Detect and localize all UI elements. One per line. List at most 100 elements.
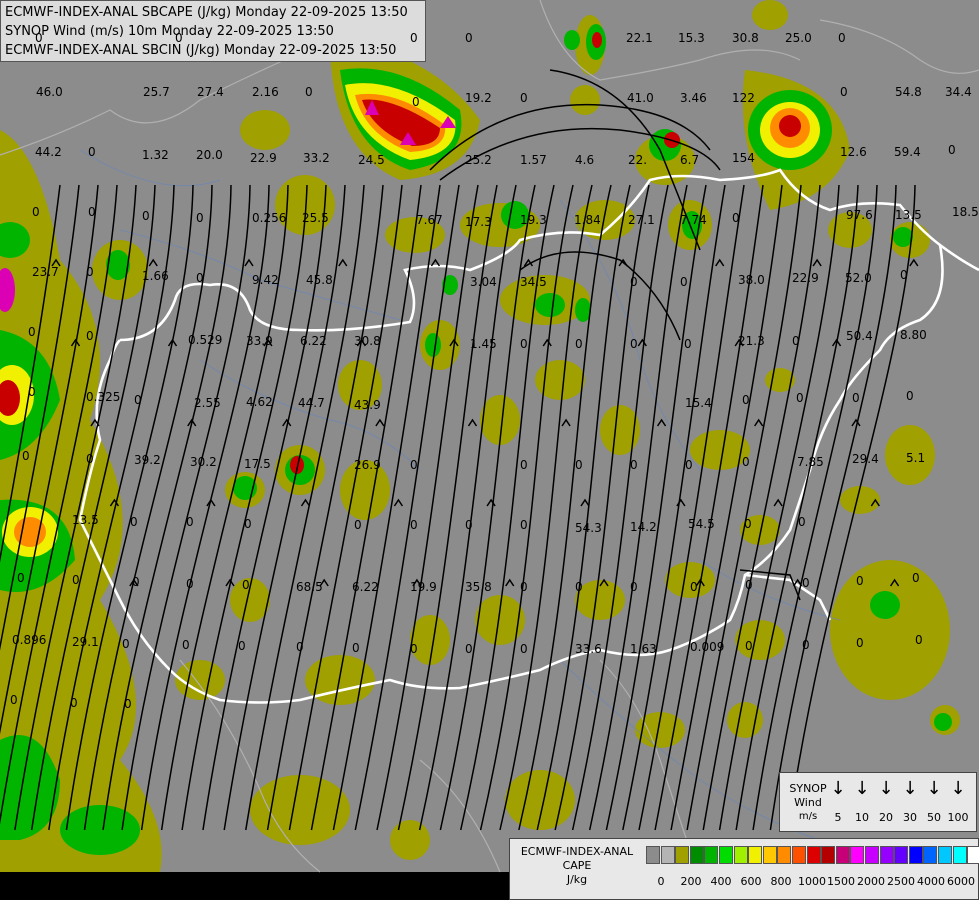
cape-value-label: 0 — [88, 205, 96, 219]
cape-value-label: 50.4 — [846, 329, 873, 343]
cape-value-label: 0 — [296, 640, 304, 654]
cape-swatch — [762, 846, 777, 864]
cape-swatch — [777, 846, 792, 864]
cape-value-label: 43.9 — [354, 398, 381, 412]
cape-value-label: 15.4 — [685, 396, 712, 410]
title-sbcin: ECMWF-INDEX-ANAL SBCIN (J/kg) Monday 22-… — [5, 43, 397, 58]
cape-value-label: 1.63 — [630, 642, 657, 656]
cape-value-label: 0 — [465, 518, 473, 532]
cape-value-label: 13.5 — [895, 208, 922, 222]
cape-value-label: 0 — [196, 271, 204, 285]
cape-value-label: 17.3 — [465, 215, 492, 229]
cape-value-label: 2.16 — [252, 85, 279, 99]
cape-value-label: 0 — [35, 31, 43, 45]
cape-value-label: 39.2 — [134, 453, 161, 467]
cape-value-label: 6.22 — [300, 334, 327, 348]
cape-value-label: 0 — [130, 515, 138, 529]
cape-value-label: 0 — [906, 389, 914, 403]
wind-arrow-icon: ↓ — [902, 778, 918, 799]
cape-value-label: 0 — [690, 580, 698, 594]
cape-swatch — [704, 846, 719, 864]
cape-swatch — [719, 846, 733, 864]
cape-value-label: 0 — [186, 577, 194, 591]
cape-swatch — [835, 846, 850, 864]
cape-value-label: 19.9 — [410, 580, 437, 594]
cape-value-label: 0 — [122, 637, 130, 651]
wind-arrow-icon: ↓ — [950, 778, 966, 799]
cape-value-label: 25.0 — [785, 31, 812, 45]
cape-value-label: 0 — [742, 393, 750, 407]
cape-value-label: 0 — [182, 638, 190, 652]
cape-value-label: 22.9 — [792, 271, 819, 285]
cape-value-label: 0 — [410, 518, 418, 532]
cape-value-label: 0 — [520, 518, 528, 532]
wind-arrow-icon: ↓ — [926, 778, 942, 799]
cape-value-label: 44.2 — [35, 145, 62, 159]
cape-value-label: 122 — [732, 91, 755, 105]
no-data-strip — [0, 872, 509, 900]
cape-value-label: 0 — [410, 642, 418, 656]
cape-value-label: 38.0 — [738, 273, 765, 287]
cape-value-label: 0 — [465, 31, 473, 45]
cape-value-label: 0 — [852, 391, 860, 405]
cape-value-label: 33.6 — [575, 642, 602, 656]
cape-value-label: 45.8 — [306, 273, 333, 287]
cape-value-label: 54.8 — [895, 85, 922, 99]
cape-tick-label: 2500 — [887, 875, 915, 888]
cape-value-label: 1.84 — [574, 213, 601, 227]
cape-value-label: 0 — [305, 85, 313, 99]
cape-value-label: 46.0 — [36, 85, 63, 99]
cape-value-label: 2.55 — [194, 396, 221, 410]
cape-value-label: 0 — [684, 337, 692, 351]
cape-value-label: 0 — [134, 393, 142, 407]
cape-swatch — [908, 846, 923, 864]
cape-value-label: 0 — [838, 31, 846, 45]
cape-value-label: 0 — [856, 636, 864, 650]
cape-value-label: 0 — [32, 205, 40, 219]
cape-value-label: 0 — [88, 145, 96, 159]
cape-value-label: 0 — [802, 576, 810, 590]
cape-value-label: 4.6 — [575, 153, 595, 167]
cape-value-label: 0 — [685, 458, 693, 472]
cape-value-label: 44.7 — [298, 396, 325, 410]
cape-value-label: 0 — [142, 209, 150, 223]
cape-value-label: 15.3 — [678, 31, 705, 45]
cape-tick-label: 800 — [770, 875, 792, 888]
cape-value-label: 13.5 — [72, 513, 99, 527]
cape-value-label: 0 — [575, 337, 583, 351]
cape-value-label: 35.8 — [465, 580, 492, 594]
wind-speed-label: 30 — [903, 811, 917, 824]
cape-swatch — [952, 846, 967, 864]
cape-value-label: 1.45 — [470, 337, 497, 351]
cape-value-label: 0 — [732, 211, 740, 225]
cape-value-label: 0.009 — [690, 640, 725, 654]
cape-swatch — [675, 846, 690, 864]
cape-value-label: 33.2 — [303, 151, 330, 165]
cape-value-label: 22. — [628, 153, 648, 167]
cape-value-label: 25.2 — [465, 153, 492, 167]
cape-value-label: 0 — [912, 571, 920, 585]
cape-value-label: 59.4 — [894, 145, 921, 159]
cape-value-label: 0 — [17, 571, 25, 585]
cape-value-label: 0 — [124, 697, 132, 711]
cape-tick-label: 6000 — [947, 875, 975, 888]
wind-speed-label: 100 — [947, 811, 969, 824]
wind-speed-label: 5 — [834, 811, 842, 824]
cape-swatch — [938, 846, 952, 864]
cape-tick-label: 200 — [680, 875, 702, 888]
cape-value-label: 0 — [900, 268, 908, 282]
title-sbcape: ECMWF-INDEX-ANAL SBCAPE (J/kg) Monday 22… — [5, 5, 408, 20]
cape-swatch — [879, 846, 894, 864]
cape-value-label: 9.42 — [252, 273, 279, 287]
cape-value-label: 0 — [802, 638, 810, 652]
cape-value-label: 26.9 — [354, 458, 381, 472]
cape-swatch — [748, 846, 763, 864]
cape-value-label: 6.7 — [680, 153, 700, 167]
cape-value-label: 0 — [745, 639, 753, 653]
cape-swatch — [821, 846, 836, 864]
cape-value-label: 6.22 — [352, 580, 379, 594]
cape-value-label: 17.5 — [244, 457, 271, 471]
cape-value-label: 0 — [840, 85, 848, 99]
cape-value-label: 0 — [575, 458, 583, 472]
cape-value-label: 0 — [798, 515, 806, 529]
